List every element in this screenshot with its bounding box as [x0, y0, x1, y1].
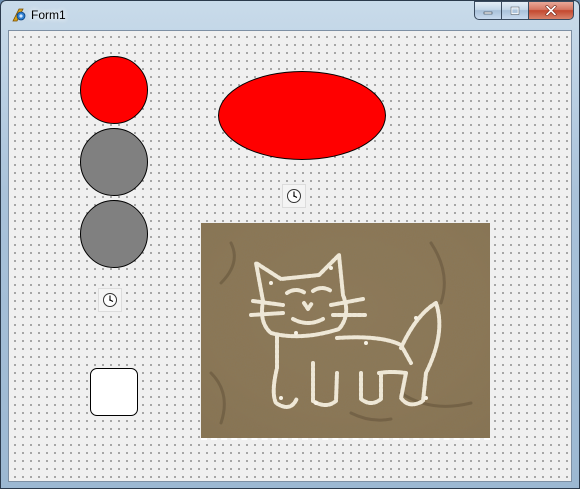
sand-cat-image[interactable] [201, 223, 490, 440]
form-window: Form1 [0, 0, 580, 489]
maximize-icon [510, 6, 520, 15]
gray-circle-shape[interactable] [80, 200, 148, 268]
window-title: Form1 [31, 8, 66, 22]
red-ellipse-shape[interactable] [218, 71, 386, 160]
red-circle-shape[interactable] [80, 56, 148, 124]
maximize-button[interactable] [501, 1, 528, 20]
form-client-area [8, 30, 572, 482]
white-rounded-rectangle-shape[interactable] [90, 368, 138, 416]
gray-circle-shape[interactable] [80, 128, 148, 196]
minimize-icon [483, 11, 493, 14]
title-bar[interactable]: Form1 [1, 1, 579, 29]
close-button[interactable] [528, 1, 574, 20]
timer-component[interactable] [282, 184, 306, 208]
app-icon [12, 8, 26, 22]
timer-component[interactable] [98, 288, 122, 312]
clock-icon [287, 189, 301, 203]
caption-buttons [474, 1, 574, 21]
close-icon [545, 5, 557, 16]
cat-drawing-picture [201, 223, 490, 438]
minimize-button[interactable] [474, 1, 501, 20]
clock-icon [103, 293, 117, 307]
